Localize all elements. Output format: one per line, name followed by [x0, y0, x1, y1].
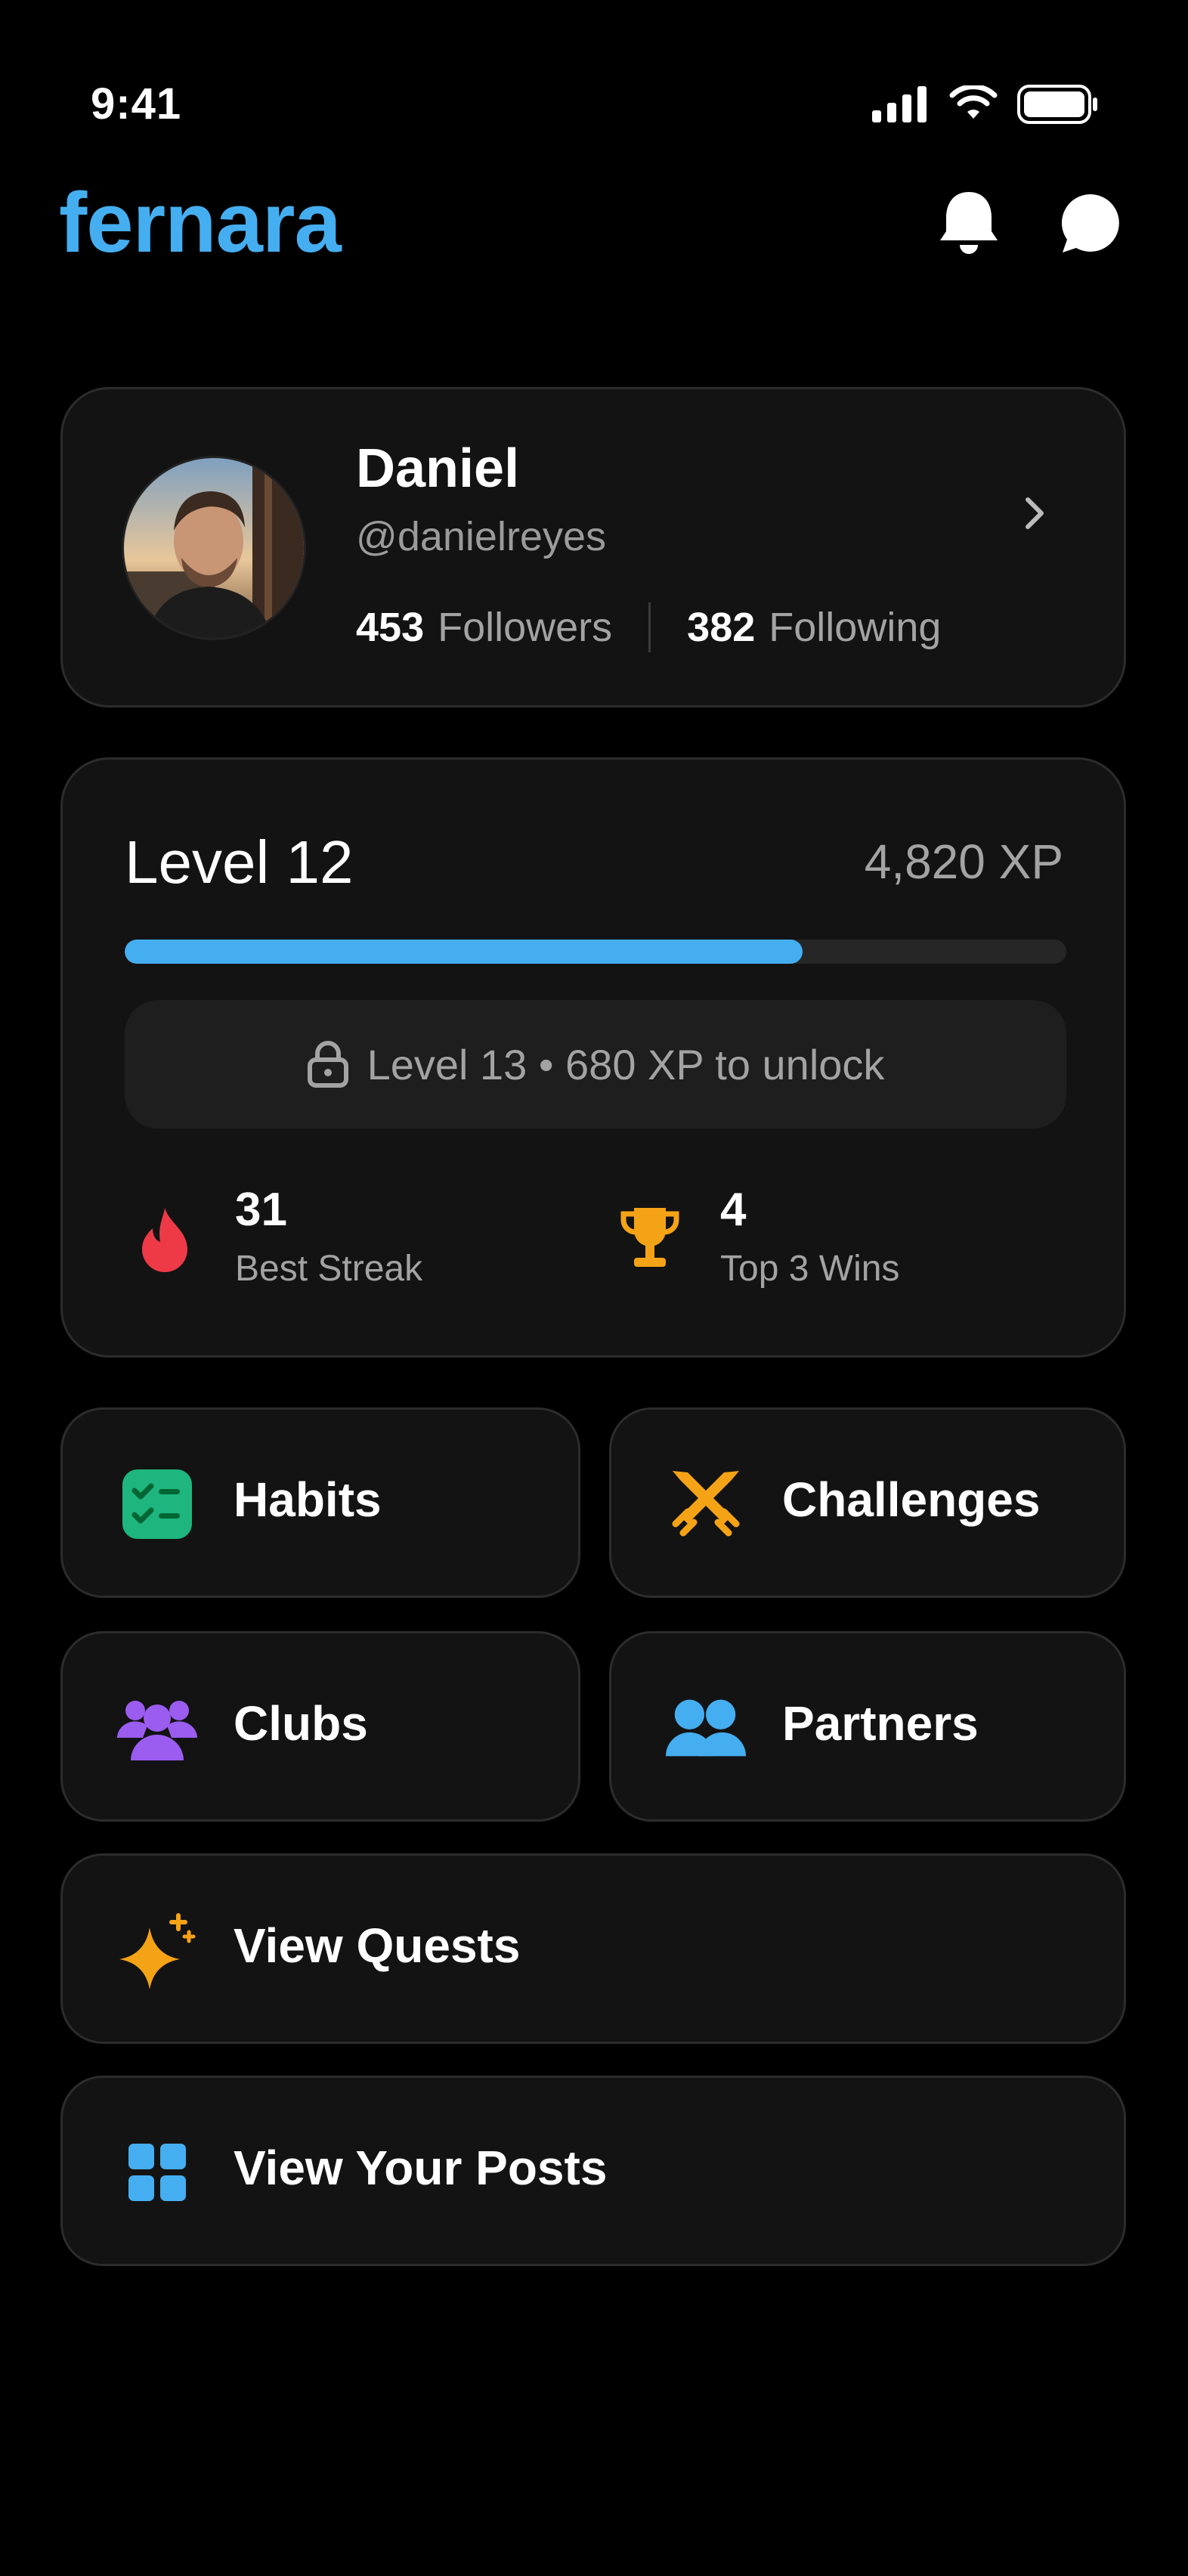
following-label[interactable]: Following — [769, 604, 941, 651]
bell-icon — [940, 192, 998, 254]
clubs-label: Clubs — [234, 1696, 368, 1751]
view-posts-button[interactable]: View Your Posts — [60, 2076, 1126, 2266]
flame-icon — [131, 1203, 199, 1275]
next-level-unlock: Level 13 • 680 XP to unlock — [125, 1000, 1066, 1129]
top-wins-value: 4 — [720, 1184, 747, 1236]
status-bar: 9:41 — [0, 0, 1188, 151]
best-streak-value: 31 — [235, 1184, 287, 1236]
status-icons — [872, 85, 1099, 124]
profile-name: Daniel — [356, 438, 520, 499]
habits-label: Habits — [234, 1472, 382, 1527]
avatar[interactable] — [122, 456, 306, 640]
messages-button[interactable] — [1053, 187, 1126, 260]
stats-divider — [648, 602, 651, 652]
sparkles-icon — [116, 1909, 199, 1992]
challenges-label: Challenges — [782, 1472, 1041, 1527]
habits-button[interactable]: Habits — [60, 1407, 580, 1598]
top-wins-label: Top 3 Wins — [720, 1249, 900, 1289]
brand-logo: fernara — [59, 175, 342, 270]
partners-label: Partners — [782, 1696, 979, 1751]
grid-icon — [116, 2131, 199, 2214]
partners-icon — [664, 1686, 747, 1769]
profile-stats: 453 Followers 382 Following — [356, 602, 941, 652]
level-card: Level 12 4,820 XP Level 13 • 680 XP to u… — [60, 757, 1126, 1358]
partners-button[interactable]: Partners — [609, 1631, 1126, 1822]
profile-handle: @danielreyes — [356, 514, 606, 559]
best-streak: 31 Best Streak — [131, 1175, 554, 1296]
level-progress-fill — [125, 940, 803, 964]
level-progress-bar — [125, 940, 1066, 964]
profile-card[interactable]: Daniel @danielreyes 453 Followers 382 Fo… — [60, 387, 1126, 707]
battery-icon — [1017, 85, 1097, 124]
following-count[interactable]: 382 — [687, 604, 755, 651]
clubs-button[interactable]: Clubs — [60, 1631, 580, 1822]
followers-count[interactable]: 453 — [356, 604, 424, 651]
wifi-icon — [949, 85, 998, 119]
level-title: Level 12 — [125, 828, 354, 896]
view-quests-button[interactable]: View Quests — [60, 1853, 1126, 2044]
notifications-button[interactable] — [933, 187, 1005, 260]
level-xp: 4,820 XP — [864, 834, 1063, 889]
group-icon — [116, 1686, 199, 1769]
view-posts-label: View Your Posts — [234, 2141, 608, 2195]
status-time: 9:41 — [91, 79, 182, 128]
checklist-icon — [116, 1463, 199, 1546]
chat-bubble-icon — [1061, 194, 1119, 252]
challenges-button[interactable]: Challenges — [609, 1407, 1126, 1598]
view-quests-label: View Quests — [234, 1918, 521, 1973]
best-streak-label: Best Streak — [235, 1249, 423, 1289]
lock-icon — [307, 1041, 348, 1088]
crossed-swords-icon — [664, 1463, 747, 1546]
unlock-text: Level 13 • 680 XP to unlock — [367, 1040, 885, 1088]
app-header: fernara — [0, 166, 1188, 280]
top-wins: 4 Top 3 Wins — [616, 1175, 1039, 1296]
cellular-signal-icon — [872, 86, 927, 122]
chevron-right-icon[interactable] — [1012, 483, 1057, 543]
followers-label[interactable]: Followers — [438, 604, 612, 651]
avatar-photo — [124, 458, 304, 638]
trophy-icon — [616, 1203, 684, 1275]
